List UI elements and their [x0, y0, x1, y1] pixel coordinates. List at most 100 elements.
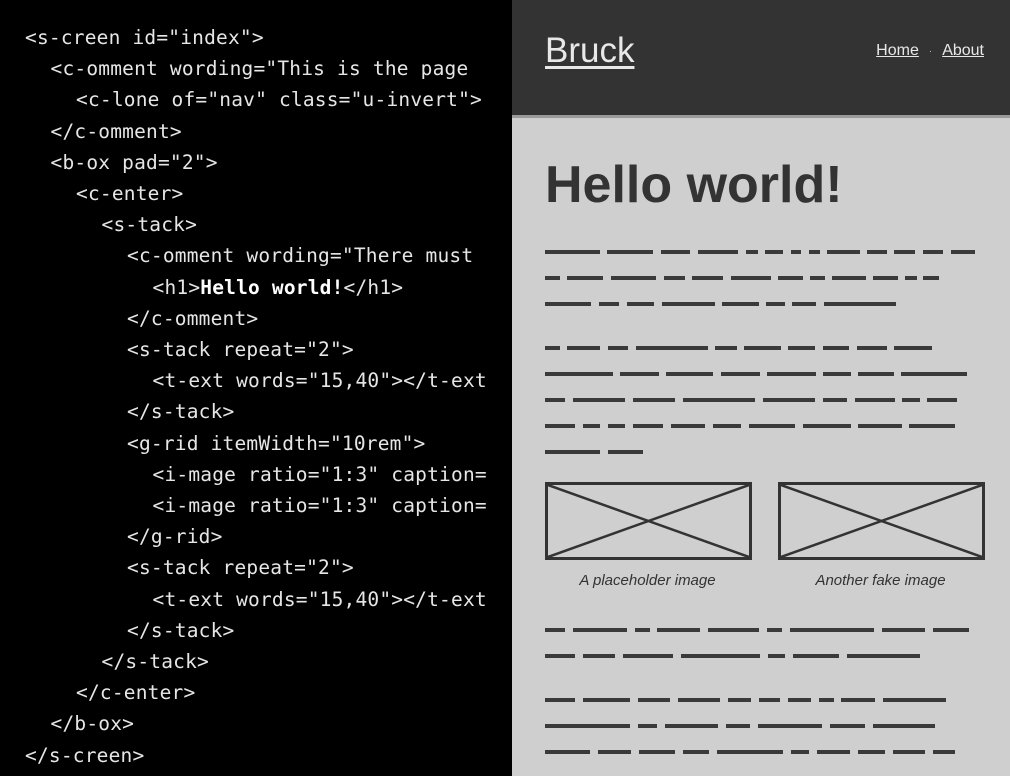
code-line[interactable]: <s-creen id="index">	[25, 22, 264, 53]
placeholder-word	[824, 302, 896, 306]
placeholder-word	[639, 750, 675, 754]
placeholder-word	[665, 724, 718, 728]
code-line[interactable]: <i-mage ratio="1:3" caption=	[153, 459, 487, 490]
code-line[interactable]: <s-tack>	[102, 209, 198, 240]
code-line[interactable]: <b-ox pad="2">	[51, 147, 218, 178]
placeholder-word	[583, 424, 600, 428]
placeholder-word	[683, 750, 709, 754]
placeholder-word	[867, 250, 887, 254]
placeholder-word	[608, 346, 628, 350]
code-line[interactable]: </b-ox>	[51, 708, 135, 739]
placeholder-word	[636, 346, 708, 350]
placeholder-figure: A placeholder image	[545, 482, 752, 589]
image-caption: Another fake image	[815, 572, 946, 589]
code-line[interactable]: <g-rid itemWidth="10rem">	[127, 428, 426, 459]
placeholder-word	[545, 372, 613, 376]
placeholder-text-line	[545, 240, 977, 266]
placeholder-word	[858, 750, 885, 754]
placeholder-word	[778, 276, 803, 280]
placeholder-word	[731, 276, 771, 280]
code-line[interactable]: </c-omment>	[127, 303, 258, 334]
placeholder-word	[901, 372, 967, 376]
placeholder-word	[823, 346, 849, 350]
placeholder-word	[664, 276, 685, 280]
placeholder-word	[633, 398, 675, 402]
code-line[interactable]: </g-rid>	[127, 521, 223, 552]
placeholder-word	[744, 346, 781, 350]
placeholder-word	[545, 628, 565, 632]
placeholder-word	[681, 654, 760, 658]
nav-home-link[interactable]: Home	[876, 42, 919, 60]
placeholder-word	[671, 424, 705, 428]
code-line[interactable]: <s-tack repeat="2">	[127, 552, 354, 583]
site-header: Bruck Home · About	[512, 0, 1010, 118]
placeholder-word	[607, 250, 653, 254]
placeholder-word	[766, 302, 785, 306]
brand-link[interactable]: Bruck	[545, 30, 634, 72]
placeholder-word	[608, 424, 625, 428]
placeholder-word	[767, 628, 782, 632]
placeholder-word	[893, 750, 925, 754]
placeholder-word	[545, 346, 560, 350]
placeholder-word	[823, 398, 847, 402]
placeholder-word	[721, 372, 760, 376]
placeholder-word	[819, 698, 834, 702]
code-line[interactable]: <t-ext words="15,40"></t-ext	[153, 365, 487, 396]
placeholder-word	[611, 276, 656, 280]
placeholder-word	[765, 250, 783, 254]
placeholder-word	[933, 628, 969, 632]
placeholder-word	[545, 302, 591, 306]
preview-pane: Bruck Home · About Hello world! A placeh…	[512, 0, 1010, 776]
code-line[interactable]: </s-tack>	[102, 646, 209, 677]
placeholder-word	[567, 346, 600, 350]
site-nav: Home · About	[876, 42, 984, 60]
placeholder-word	[803, 424, 851, 428]
code-line[interactable]: </s-tack>	[127, 396, 234, 427]
placeholder-word	[873, 724, 935, 728]
placeholder-word	[599, 302, 619, 306]
placeholder-word	[545, 698, 575, 702]
placeholder-word	[638, 724, 657, 728]
code-line[interactable]: </s-creen>	[25, 740, 144, 771]
placeholder-word	[567, 276, 603, 280]
code-line[interactable]: <c-omment wording="This is the page	[51, 53, 469, 84]
code-line[interactable]: <c-enter>	[76, 178, 183, 209]
placeholder-word	[726, 724, 750, 728]
code-line[interactable]: </s-tack>	[127, 615, 234, 646]
placeholder-word	[791, 250, 801, 254]
placeholder-word	[545, 724, 630, 728]
placeholder-word	[545, 250, 600, 254]
code-line[interactable]: <c-lone of="nav" class="u-invert">	[76, 84, 482, 115]
placeholder-word	[608, 450, 643, 454]
placeholder-word	[698, 250, 738, 254]
placeholder-word	[620, 372, 659, 376]
code-line[interactable]: </c-omment>	[51, 116, 182, 147]
placeholder-image	[545, 482, 752, 560]
placeholder-word	[857, 346, 887, 350]
placeholder-word	[767, 372, 816, 376]
nav-about-link[interactable]: About	[942, 42, 984, 60]
placeholder-paragraph	[545, 240, 977, 318]
code-line[interactable]: <s-tack repeat="2">	[127, 334, 354, 365]
placeholder-text-line	[545, 362, 977, 388]
placeholder-word	[545, 424, 575, 428]
placeholder-word	[715, 346, 737, 350]
placeholder-paragraph	[545, 688, 977, 766]
code-line[interactable]: <h1>Hello world!</h1>	[153, 272, 404, 303]
placeholder-word	[841, 698, 875, 702]
placeholder-word	[873, 276, 898, 280]
placeholder-text-line	[545, 644, 977, 670]
placeholder-word	[627, 302, 654, 306]
code-editor[interactable]: <s-creen id="index"> <c-omment wording="T…	[0, 0, 512, 776]
code-line[interactable]: </c-enter>	[76, 677, 195, 708]
code-line[interactable]: <t-ext words="15,40"></t-ext	[153, 584, 487, 615]
placeholder-text-line	[545, 618, 977, 644]
placeholder-word	[633, 424, 663, 428]
placeholder-word	[823, 372, 851, 376]
placeholder-word	[827, 250, 860, 254]
placeholder-word	[830, 724, 865, 728]
placeholder-word	[722, 302, 759, 306]
code-line[interactable]: <i-mage ratio="1:3" caption=	[153, 490, 487, 521]
placeholder-word	[678, 698, 720, 702]
code-line[interactable]: <c-omment wording="There must	[127, 240, 473, 271]
